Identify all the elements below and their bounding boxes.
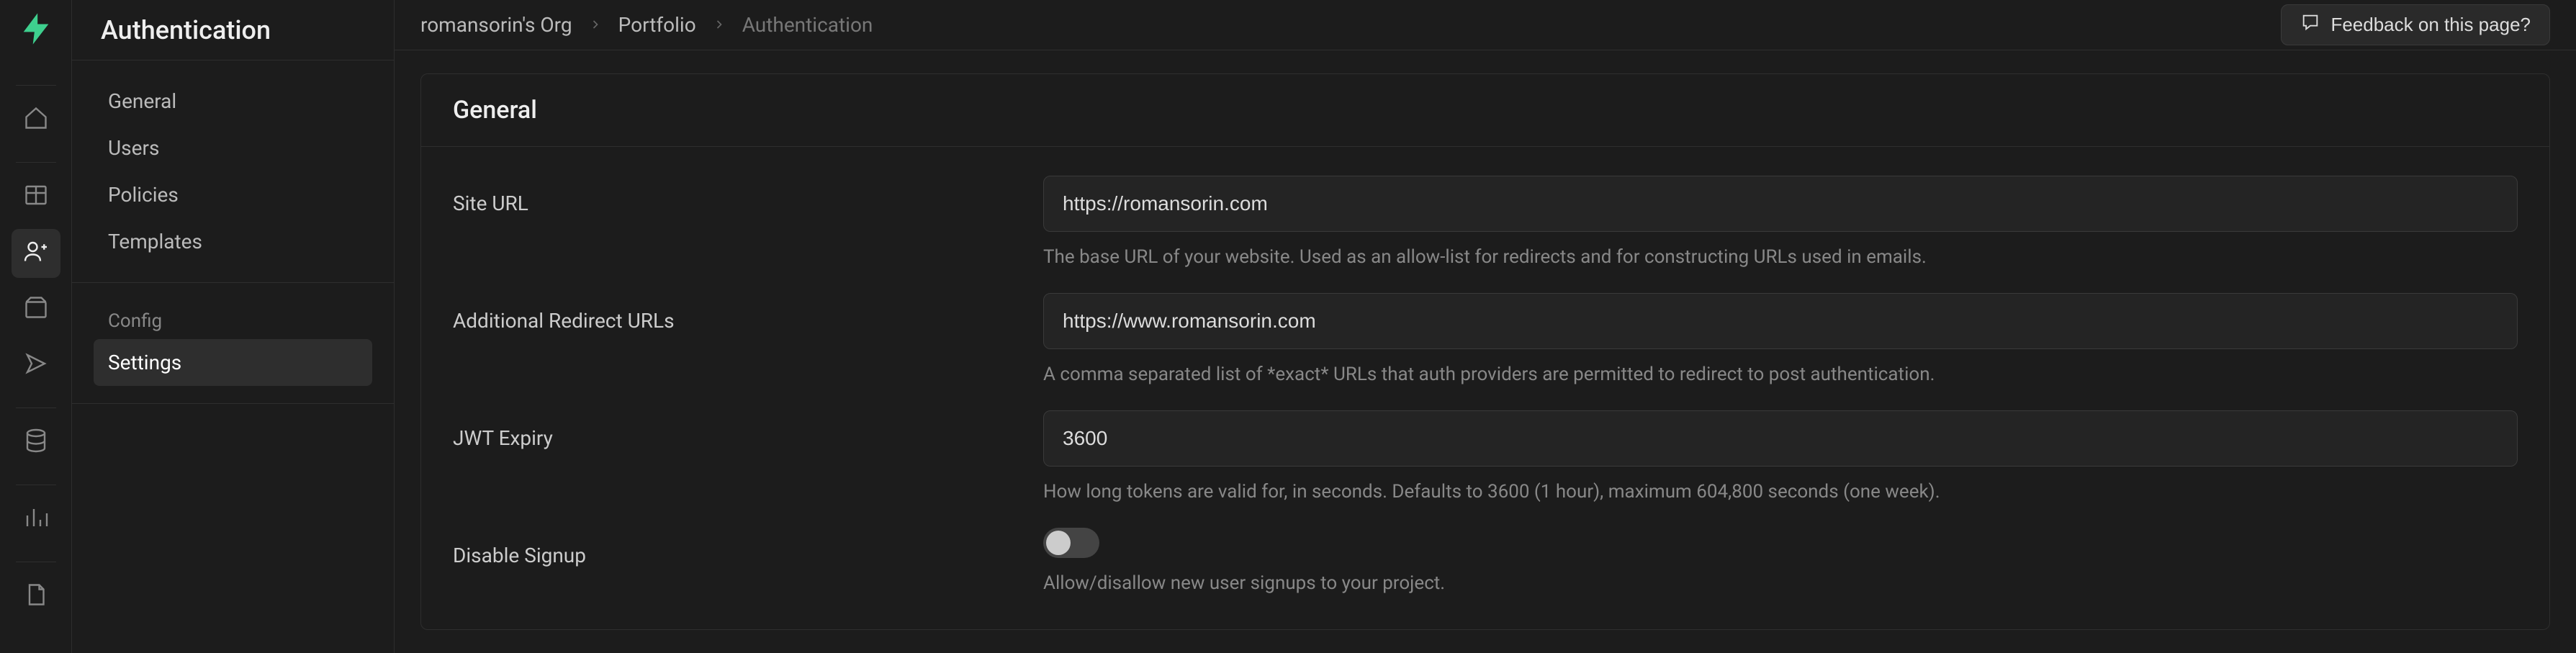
label-disable-signup: Disable Signup: [453, 528, 1043, 567]
row-disable-signup: Disable Signup Allow/disallow new user s…: [453, 516, 2518, 608]
table-icon: [23, 182, 49, 213]
row-jwt-expiry: JWT Expiry How long tokens are valid for…: [453, 399, 2518, 516]
card-title: General: [421, 74, 2549, 147]
docs-icon: [23, 582, 49, 613]
nav-storage[interactable]: [12, 285, 60, 334]
site-url-input[interactable]: [1043, 176, 2518, 232]
sidebar-group-config: Config Settings: [72, 283, 394, 404]
nav-table[interactable]: [12, 173, 60, 222]
feedback-label: Feedback on this page?: [2330, 14, 2531, 36]
nav-rail: [0, 0, 72, 653]
disable-signup-toggle[interactable]: [1043, 528, 1099, 558]
sidebar-title: Authentication: [72, 0, 394, 60]
sidebar-item-settings[interactable]: Settings: [94, 339, 372, 386]
crumb-project[interactable]: Portfolio: [618, 13, 696, 37]
redirect-urls-input[interactable]: [1043, 293, 2518, 349]
logo-icon[interactable]: [17, 10, 55, 48]
storage-icon: [23, 294, 49, 325]
help-disable-signup: Allow/disallow new user signups to your …: [1043, 571, 2518, 596]
sidebar-item-general[interactable]: General: [94, 78, 372, 125]
main: romansorin's Org Portfolio Authenticatio…: [395, 0, 2576, 653]
nav-edge[interactable]: [12, 341, 60, 390]
app-root: Authentication General Users Policies Te…: [0, 0, 2576, 653]
rail-separator: [16, 162, 56, 163]
rail-separator: [16, 85, 56, 86]
home-icon: [23, 105, 49, 136]
nav-docs[interactable]: [12, 572, 60, 621]
database-icon: [23, 428, 49, 459]
chevron-right-icon: [712, 13, 726, 37]
chevron-right-icon: [588, 13, 603, 37]
help-site-url: The base URL of your website. Used as an…: [1043, 245, 2518, 270]
sidebar-item-templates[interactable]: Templates: [94, 218, 372, 265]
reports-icon: [23, 505, 49, 536]
toggle-knob: [1046, 531, 1071, 555]
nav-reports[interactable]: [12, 495, 60, 544]
sidebar-group-main: General Users Policies Templates: [72, 60, 394, 283]
label-redirect-urls: Additional Redirect URLs: [453, 293, 1043, 333]
crumb-org[interactable]: romansorin's Org: [420, 13, 572, 37]
content: General Site URL The base URL of your we…: [395, 50, 2576, 653]
sidebar-item-policies[interactable]: Policies: [94, 171, 372, 218]
topbar: romansorin's Org Portfolio Authenticatio…: [395, 0, 2576, 50]
feedback-button[interactable]: Feedback on this page?: [2281, 4, 2550, 45]
nav-auth[interactable]: [12, 229, 60, 278]
auth-icon: [23, 238, 49, 269]
jwt-expiry-input[interactable]: [1043, 410, 2518, 467]
help-redirect-urls: A comma separated list of *exact* URLs t…: [1043, 362, 2518, 387]
help-jwt-expiry: How long tokens are valid for, in second…: [1043, 479, 2518, 505]
rail-separator: [16, 407, 56, 408]
label-site-url: Site URL: [453, 176, 1043, 215]
edge-icon: [23, 351, 49, 382]
message-icon: [2300, 12, 2320, 37]
sidebar-group-label: Config: [94, 300, 372, 339]
sidebar: Authentication General Users Policies Te…: [72, 0, 395, 653]
crumb-current: Authentication: [742, 13, 873, 37]
general-card: General Site URL The base URL of your we…: [420, 73, 2550, 630]
row-redirect-urls: Additional Redirect URLs A comma separat…: [453, 282, 2518, 399]
card-body: Site URL The base URL of your website. U…: [421, 147, 2549, 629]
label-jwt-expiry: JWT Expiry: [453, 410, 1043, 450]
sidebar-item-users[interactable]: Users: [94, 125, 372, 171]
nav-database[interactable]: [12, 418, 60, 467]
row-site-url: Site URL The base URL of your website. U…: [453, 164, 2518, 282]
nav-home[interactable]: [12, 96, 60, 145]
